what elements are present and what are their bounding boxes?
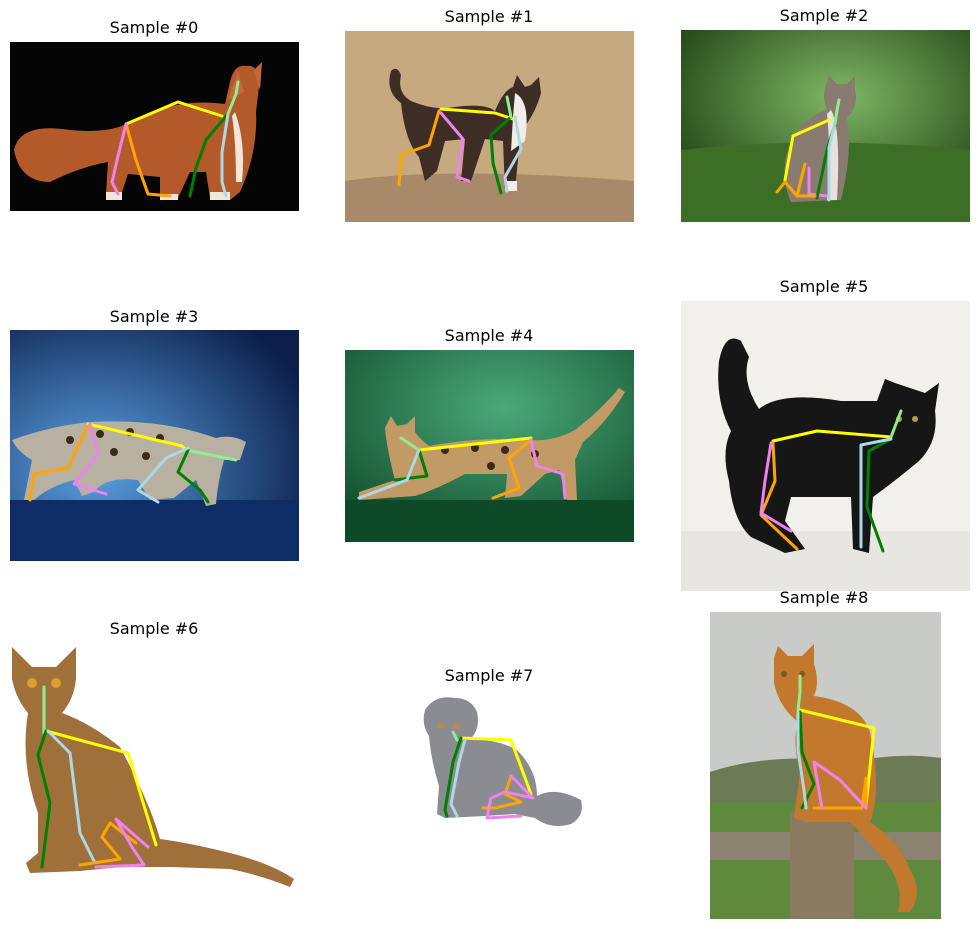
panel-title-3: Sample #3 — [109, 307, 199, 326]
panel-title-5: Sample #5 — [779, 277, 869, 296]
sample-image-1 — [345, 31, 634, 222]
panel-title-7: Sample #7 — [444, 666, 534, 685]
panel-title-1: Sample #1 — [444, 7, 534, 26]
sample-image-3 — [10, 330, 299, 561]
sample-image-7 — [345, 690, 634, 835]
sample-image-4 — [345, 350, 634, 542]
panel-title-0: Sample #0 — [109, 18, 199, 37]
sample-image-6 — [10, 643, 299, 891]
sample-image-2 — [681, 30, 970, 222]
panel-title-8: Sample #8 — [779, 588, 869, 607]
panel-title-4: Sample #4 — [444, 326, 534, 345]
sample-image-5 — [681, 301, 970, 591]
sample-image-8 — [710, 612, 941, 919]
sample-image-0 — [10, 42, 299, 211]
panel-title-6: Sample #6 — [109, 619, 199, 638]
panel-title-2: Sample #2 — [779, 6, 869, 25]
